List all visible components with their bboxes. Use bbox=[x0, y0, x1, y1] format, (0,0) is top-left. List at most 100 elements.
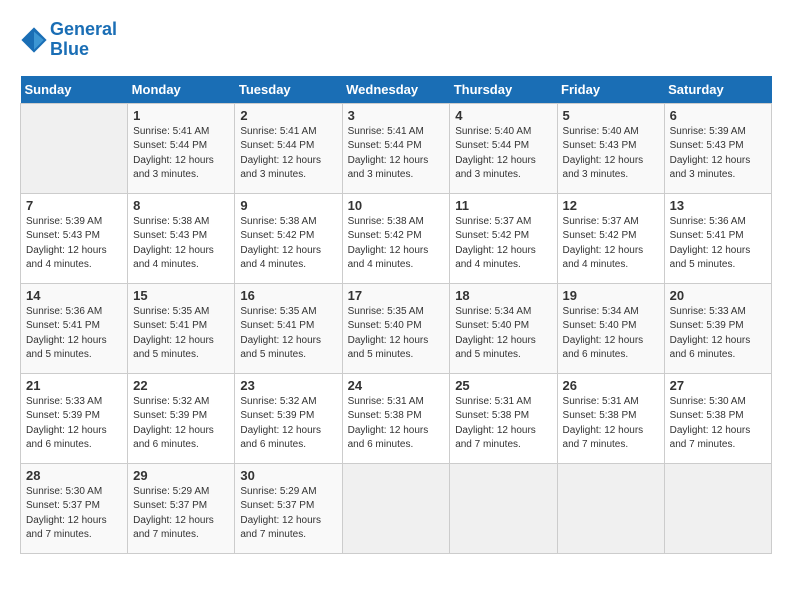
day-number: 20 bbox=[670, 288, 766, 303]
day-number: 29 bbox=[133, 468, 229, 483]
header-sunday: Sunday bbox=[21, 76, 128, 104]
header-saturday: Saturday bbox=[664, 76, 771, 104]
day-cell: 21 Sunrise: 5:33 AM Sunset: 5:39 PM Dayli… bbox=[21, 373, 128, 463]
day-cell: 9 Sunrise: 5:38 AM Sunset: 5:42 PM Daylig… bbox=[235, 193, 342, 283]
day-number: 14 bbox=[26, 288, 122, 303]
calendar-table: SundayMondayTuesdayWednesdayThursdayFrid… bbox=[20, 76, 772, 554]
day-cell: 10 Sunrise: 5:38 AM Sunset: 5:42 PM Dayli… bbox=[342, 193, 450, 283]
header-friday: Friday bbox=[557, 76, 664, 104]
day-info: Sunrise: 5:31 AM Sunset: 5:38 PM Dayligh… bbox=[563, 395, 659, 453]
header-thursday: Thursday bbox=[450, 76, 557, 104]
day-cell: 2 Sunrise: 5:41 AM Sunset: 5:44 PM Daylig… bbox=[235, 103, 342, 193]
day-number: 27 bbox=[670, 378, 766, 393]
day-info: Sunrise: 5:30 AM Sunset: 5:37 PM Dayligh… bbox=[26, 485, 122, 543]
day-cell: 26 Sunrise: 5:31 AM Sunset: 5:38 PM Dayli… bbox=[557, 373, 664, 463]
day-cell: 7Sunrise: 5:39 AM Sunset: 5:43 PM Daylig… bbox=[21, 193, 128, 283]
day-info: Sunrise: 5:34 AM Sunset: 5:40 PM Dayligh… bbox=[455, 305, 551, 363]
day-cell: 13 Sunrise: 5:36 AM Sunset: 5:41 PM Dayli… bbox=[664, 193, 771, 283]
day-number: 7 bbox=[26, 198, 122, 213]
page-header: General Blue bbox=[20, 20, 772, 60]
day-number: 6 bbox=[670, 108, 766, 123]
day-cell: 30Sunrise: 5:29 AM Sunset: 5:37 PM Dayli… bbox=[235, 463, 342, 553]
day-number: 5 bbox=[563, 108, 659, 123]
day-number: 22 bbox=[133, 378, 229, 393]
day-number: 16 bbox=[240, 288, 336, 303]
day-number: 30 bbox=[240, 468, 336, 483]
day-cell bbox=[450, 463, 557, 553]
day-number: 1 bbox=[133, 108, 229, 123]
day-number: 26 bbox=[563, 378, 659, 393]
logo-text: General Blue bbox=[50, 20, 117, 60]
day-info: Sunrise: 5:35 AM Sunset: 5:41 PM Dayligh… bbox=[240, 305, 336, 363]
day-info: Sunrise: 5:31 AM Sunset: 5:38 PM Dayligh… bbox=[348, 395, 445, 453]
day-cell: 12 Sunrise: 5:37 AM Sunset: 5:42 PM Dayli… bbox=[557, 193, 664, 283]
header-monday: Monday bbox=[128, 76, 235, 104]
day-cell: 15 Sunrise: 5:35 AM Sunset: 5:41 PM Dayli… bbox=[128, 283, 235, 373]
day-cell: 29 Sunrise: 5:29 AM Sunset: 5:37 PM Dayli… bbox=[128, 463, 235, 553]
day-number: 24 bbox=[348, 378, 445, 393]
day-info: Sunrise: 5:40 AM Sunset: 5:43 PM Dayligh… bbox=[563, 125, 659, 183]
header-row: SundayMondayTuesdayWednesdayThursdayFrid… bbox=[21, 76, 772, 104]
header-tuesday: Tuesday bbox=[235, 76, 342, 104]
day-cell: 25 Sunrise: 5:31 AM Sunset: 5:38 PM Dayli… bbox=[450, 373, 557, 463]
day-cell: 14 Sunrise: 5:36 AM Sunset: 5:41 PM Dayli… bbox=[21, 283, 128, 373]
day-cell: 8 Sunrise: 5:38 AM Sunset: 5:43 PM Daylig… bbox=[128, 193, 235, 283]
day-cell: 24 Sunrise: 5:31 AM Sunset: 5:38 PM Dayli… bbox=[342, 373, 450, 463]
day-cell bbox=[342, 463, 450, 553]
day-number: 2 bbox=[240, 108, 336, 123]
day-info: Sunrise: 5:39 AM Sunset: 5:43 PM Dayligh… bbox=[670, 125, 766, 183]
day-info: Sunrise: 5:36 AM Sunset: 5:41 PM Dayligh… bbox=[670, 215, 766, 273]
day-number: 17 bbox=[348, 288, 445, 303]
day-cell: 19 Sunrise: 5:34 AM Sunset: 5:40 PM Dayli… bbox=[557, 283, 664, 373]
day-cell bbox=[557, 463, 664, 553]
day-info: Sunrise: 5:38 AM Sunset: 5:42 PM Dayligh… bbox=[348, 215, 445, 273]
day-info: Sunrise: 5:35 AM Sunset: 5:41 PM Dayligh… bbox=[133, 305, 229, 363]
week-row-4: 21 Sunrise: 5:33 AM Sunset: 5:39 PM Dayli… bbox=[21, 373, 772, 463]
day-info: Sunrise: 5:37 AM Sunset: 5:42 PM Dayligh… bbox=[455, 215, 551, 273]
day-cell bbox=[21, 103, 128, 193]
day-cell: 5 Sunrise: 5:40 AM Sunset: 5:43 PM Daylig… bbox=[557, 103, 664, 193]
day-info: Sunrise: 5:37 AM Sunset: 5:42 PM Dayligh… bbox=[563, 215, 659, 273]
day-number: 12 bbox=[563, 198, 659, 213]
day-number: 28 bbox=[26, 468, 122, 483]
logo: General Blue bbox=[20, 20, 117, 60]
day-cell: 17Sunrise: 5:35 AM Sunset: 5:40 PM Dayli… bbox=[342, 283, 450, 373]
day-info: Sunrise: 5:41 AM Sunset: 5:44 PM Dayligh… bbox=[133, 125, 229, 183]
day-info: Sunrise: 5:33 AM Sunset: 5:39 PM Dayligh… bbox=[670, 305, 766, 363]
day-cell: 22 Sunrise: 5:32 AM Sunset: 5:39 PM Dayli… bbox=[128, 373, 235, 463]
day-number: 18 bbox=[455, 288, 551, 303]
day-number: 15 bbox=[133, 288, 229, 303]
day-cell: 23 Sunrise: 5:32 AM Sunset: 5:39 PM Dayli… bbox=[235, 373, 342, 463]
day-info: Sunrise: 5:29 AM Sunset: 5:37 PM Dayligh… bbox=[133, 485, 229, 543]
day-number: 19 bbox=[563, 288, 659, 303]
day-info: Sunrise: 5:34 AM Sunset: 5:40 PM Dayligh… bbox=[563, 305, 659, 363]
day-number: 3 bbox=[348, 108, 445, 123]
day-info: Sunrise: 5:36 AM Sunset: 5:41 PM Dayligh… bbox=[26, 305, 122, 363]
day-info: Sunrise: 5:33 AM Sunset: 5:39 PM Dayligh… bbox=[26, 395, 122, 453]
day-cell: 1 Sunrise: 5:41 AM Sunset: 5:44 PM Daylig… bbox=[128, 103, 235, 193]
day-info: Sunrise: 5:38 AM Sunset: 5:43 PM Dayligh… bbox=[133, 215, 229, 273]
day-cell: 3 Sunrise: 5:41 AM Sunset: 5:44 PM Daylig… bbox=[342, 103, 450, 193]
day-number: 23 bbox=[240, 378, 336, 393]
day-info: Sunrise: 5:38 AM Sunset: 5:42 PM Dayligh… bbox=[240, 215, 336, 273]
day-info: Sunrise: 5:41 AM Sunset: 5:44 PM Dayligh… bbox=[240, 125, 336, 183]
day-number: 25 bbox=[455, 378, 551, 393]
week-row-3: 14 Sunrise: 5:36 AM Sunset: 5:41 PM Dayli… bbox=[21, 283, 772, 373]
day-number: 13 bbox=[670, 198, 766, 213]
day-number: 21 bbox=[26, 378, 122, 393]
day-cell: 16 Sunrise: 5:35 AM Sunset: 5:41 PM Dayli… bbox=[235, 283, 342, 373]
day-cell bbox=[664, 463, 771, 553]
header-wednesday: Wednesday bbox=[342, 76, 450, 104]
day-info: Sunrise: 5:41 AM Sunset: 5:44 PM Dayligh… bbox=[348, 125, 445, 183]
day-number: 11 bbox=[455, 198, 551, 213]
day-info: Sunrise: 5:30 AM Sunset: 5:38 PM Dayligh… bbox=[670, 395, 766, 453]
day-info: Sunrise: 5:32 AM Sunset: 5:39 PM Dayligh… bbox=[133, 395, 229, 453]
day-info: Sunrise: 5:31 AM Sunset: 5:38 PM Dayligh… bbox=[455, 395, 551, 453]
day-number: 9 bbox=[240, 198, 336, 213]
day-number: 8 bbox=[133, 198, 229, 213]
day-number: 4 bbox=[455, 108, 551, 123]
day-info: Sunrise: 5:32 AM Sunset: 5:39 PM Dayligh… bbox=[240, 395, 336, 453]
day-cell: 20 Sunrise: 5:33 AM Sunset: 5:39 PM Dayli… bbox=[664, 283, 771, 373]
day-number: 10 bbox=[348, 198, 445, 213]
day-cell: 18 Sunrise: 5:34 AM Sunset: 5:40 PM Dayli… bbox=[450, 283, 557, 373]
